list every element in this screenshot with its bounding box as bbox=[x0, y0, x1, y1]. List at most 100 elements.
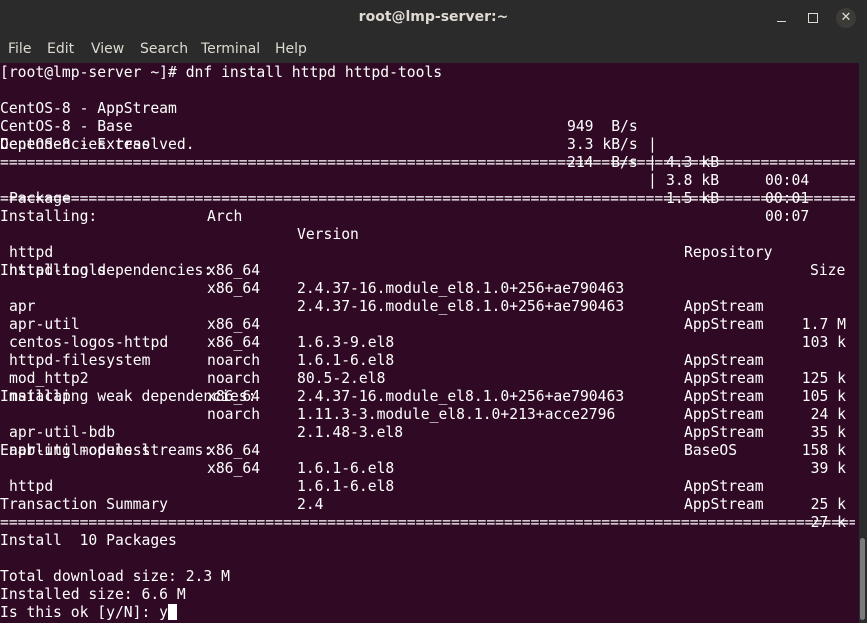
deps-resolved-text: Dependencies resolved. bbox=[0, 136, 195, 153]
row-version: 1.6.1-6.el8 bbox=[297, 478, 395, 495]
table-header: Package Arch Version Repository Size bbox=[0, 172, 845, 279]
minimize-icon bbox=[776, 20, 786, 22]
row-version: 1.6.3-9.el8 bbox=[297, 334, 395, 351]
row-repo: AppStream bbox=[684, 496, 764, 513]
row-repo: AppStream bbox=[684, 388, 764, 405]
row-version: 1.6.1-6.el8 bbox=[297, 352, 395, 369]
confirm-line[interactable]: Is this ok [y/N]: y bbox=[0, 604, 178, 622]
menu-file[interactable]: File bbox=[8, 41, 31, 57]
separator-line: ========================================… bbox=[0, 514, 855, 531]
table-row: mod_http2 x86_64 1.11.3-3.module_el8.1.0… bbox=[0, 352, 846, 459]
table-row: centos-logos-httpd noarch 80.5-2.el8 App… bbox=[0, 316, 846, 423]
install-count: Install 10 Packages bbox=[0, 532, 177, 549]
maximize-icon bbox=[808, 13, 818, 23]
text-cursor bbox=[168, 604, 178, 620]
row-repo: BaseOS bbox=[684, 442, 738, 459]
module-name: httpd bbox=[9, 478, 54, 495]
row-arch: noarch bbox=[207, 370, 261, 387]
terminal-window: root@lmp-server:~ ✕ File Edit View Searc… bbox=[0, 0, 867, 623]
confirm-prompt: Is this ok [y/N]: bbox=[0, 604, 160, 621]
table-row: apr-util-bdb x86_64 1.6.1-6.el8 AppStrea… bbox=[0, 406, 846, 513]
repo-row: CentOS-8 - AppStream 949 B/s | 4.3 kB 00… bbox=[0, 82, 809, 189]
row-version: 1.11.3-3.module_el8.1.0+213+acce2796 bbox=[297, 406, 616, 423]
row-size: 24 k bbox=[810, 406, 846, 423]
row-size: 35 k bbox=[810, 424, 846, 441]
table-row: apr x86_64 1.6.3-9.el8 AppStream 125 k bbox=[0, 280, 846, 387]
row-version: 2.4.37-16.module_el8.1.0+256+ae790463 bbox=[297, 280, 625, 297]
row-arch: x86_64 bbox=[207, 280, 261, 297]
repo-pipe: | bbox=[648, 172, 657, 189]
row-repo: AppStream bbox=[684, 424, 764, 441]
table-row: httpd-tools x86_64 2.4.37-16.module_el8.… bbox=[0, 244, 846, 351]
terminal-output[interactable]: [root@lmp-server ~]# dnf install httpd h… bbox=[0, 63, 859, 623]
row-version: 2.1.48-3.el8 bbox=[297, 424, 404, 441]
header-arch: Arch bbox=[207, 208, 243, 225]
user-input[interactable]: y bbox=[159, 604, 168, 621]
module-stream: 2.4 bbox=[297, 496, 324, 513]
row-size: 103 k bbox=[801, 334, 846, 351]
maximize-button[interactable] bbox=[804, 9, 822, 27]
row-arch: x86_64 bbox=[207, 316, 261, 333]
separator-line: ========================================… bbox=[0, 154, 855, 171]
installed-size: Installed size: 6.6 M bbox=[0, 586, 186, 603]
separator-line: ========================================… bbox=[0, 190, 855, 207]
row-size: 1.7 M bbox=[801, 316, 846, 333]
table-row: mailcap noarch 2.1.48-3.el8 BaseOS 39 k bbox=[0, 370, 846, 477]
row-version: 80.5-2.el8 bbox=[297, 370, 386, 387]
row-size: 105 k bbox=[801, 388, 846, 405]
window-title: root@lmp-server:~ bbox=[358, 9, 509, 25]
row-arch: x86_64 bbox=[207, 442, 261, 459]
row-version: 2.4.37-16.module_el8.1.0+256+ae790463 bbox=[297, 388, 625, 405]
row-arch: x86_64 bbox=[207, 460, 261, 477]
repo-rate: 949 B/s bbox=[567, 118, 638, 135]
row-arch: x86_64 bbox=[207, 262, 261, 279]
close-icon: ✕ bbox=[840, 10, 852, 25]
repo-rate: 3.3 kB/s bbox=[567, 136, 638, 153]
header-repository: Repository bbox=[684, 244, 773, 261]
header-size: Size bbox=[810, 262, 846, 279]
section-installing-dependencies: Installing dependencies: bbox=[0, 262, 213, 279]
section-enabling-module-streams: Enabling module streams: bbox=[0, 442, 213, 459]
row-repo: AppStream bbox=[684, 478, 764, 495]
row-repo: AppStream bbox=[684, 406, 764, 423]
repo-size: 3.8 kB bbox=[666, 172, 720, 189]
scrollbar-thumb[interactable] bbox=[860, 538, 865, 620]
repo-time: 00:04 bbox=[765, 172, 810, 189]
table-row: apr-util x86_64 1.6.1-6.el8 AppStream 10… bbox=[0, 298, 846, 405]
row-repo: AppStream bbox=[684, 352, 764, 369]
row-repo: AppStream bbox=[684, 298, 764, 315]
module-row: httpd 2.4 bbox=[0, 460, 324, 513]
repo-time: 00:07 bbox=[765, 208, 810, 225]
row-arch: noarch bbox=[207, 352, 261, 369]
row-size: 125 k bbox=[801, 370, 846, 387]
title-bar[interactable]: root@lmp-server:~ ✕ bbox=[0, 0, 867, 37]
row-version: 1.6.1-6.el8 bbox=[297, 460, 395, 477]
table-row: httpd-filesystem noarch 2.4.37-16.module… bbox=[0, 334, 846, 441]
repo-pipe: | bbox=[648, 136, 657, 153]
menu-view[interactable]: View bbox=[91, 41, 124, 57]
row-arch: noarch bbox=[207, 406, 261, 423]
row-arch: x86_64 bbox=[207, 334, 261, 351]
repo-row: CentOS-8 - Extras 214 B/s | 1.5 kB 00:07 bbox=[0, 118, 809, 225]
menu-terminal[interactable]: Terminal bbox=[201, 41, 260, 57]
row-repo: AppStream bbox=[684, 370, 764, 387]
menu-edit[interactable]: Edit bbox=[47, 41, 74, 57]
row-version: 2.4.37-16.module_el8.1.0+256+ae790463 bbox=[297, 298, 625, 315]
table-row: apr-util-openssl x86_64 1.6.1-6.el8 AppS… bbox=[0, 424, 846, 531]
menu-bar: File Edit View Search Terminal Help bbox=[0, 37, 867, 63]
header-version: Version bbox=[297, 226, 359, 243]
row-size: 39 k bbox=[810, 460, 846, 477]
minimize-button[interactable] bbox=[772, 9, 790, 27]
section-installing-weak-dependencies: Installing weak dependencies: bbox=[0, 388, 257, 405]
row-size: 25 k bbox=[810, 496, 846, 513]
row-repo: AppStream bbox=[684, 316, 764, 333]
row-size: 158 k bbox=[801, 442, 846, 459]
menu-search[interactable]: Search bbox=[140, 41, 188, 57]
transaction-summary-heading: Transaction Summary bbox=[0, 496, 169, 513]
total-download-size: Total download size: 2.3 M bbox=[0, 568, 230, 585]
menu-help[interactable]: Help bbox=[275, 41, 307, 57]
table-row: httpd x86_64 2.4.37-16.module_el8.1.0+25… bbox=[0, 226, 846, 333]
repo-row: CentOS-8 - Base 3.3 kB/s | 3.8 kB 00:01 bbox=[0, 100, 809, 207]
close-button[interactable]: ✕ bbox=[836, 8, 856, 28]
command-line: [root@lmp-server ~]# dnf install httpd h… bbox=[0, 64, 443, 81]
